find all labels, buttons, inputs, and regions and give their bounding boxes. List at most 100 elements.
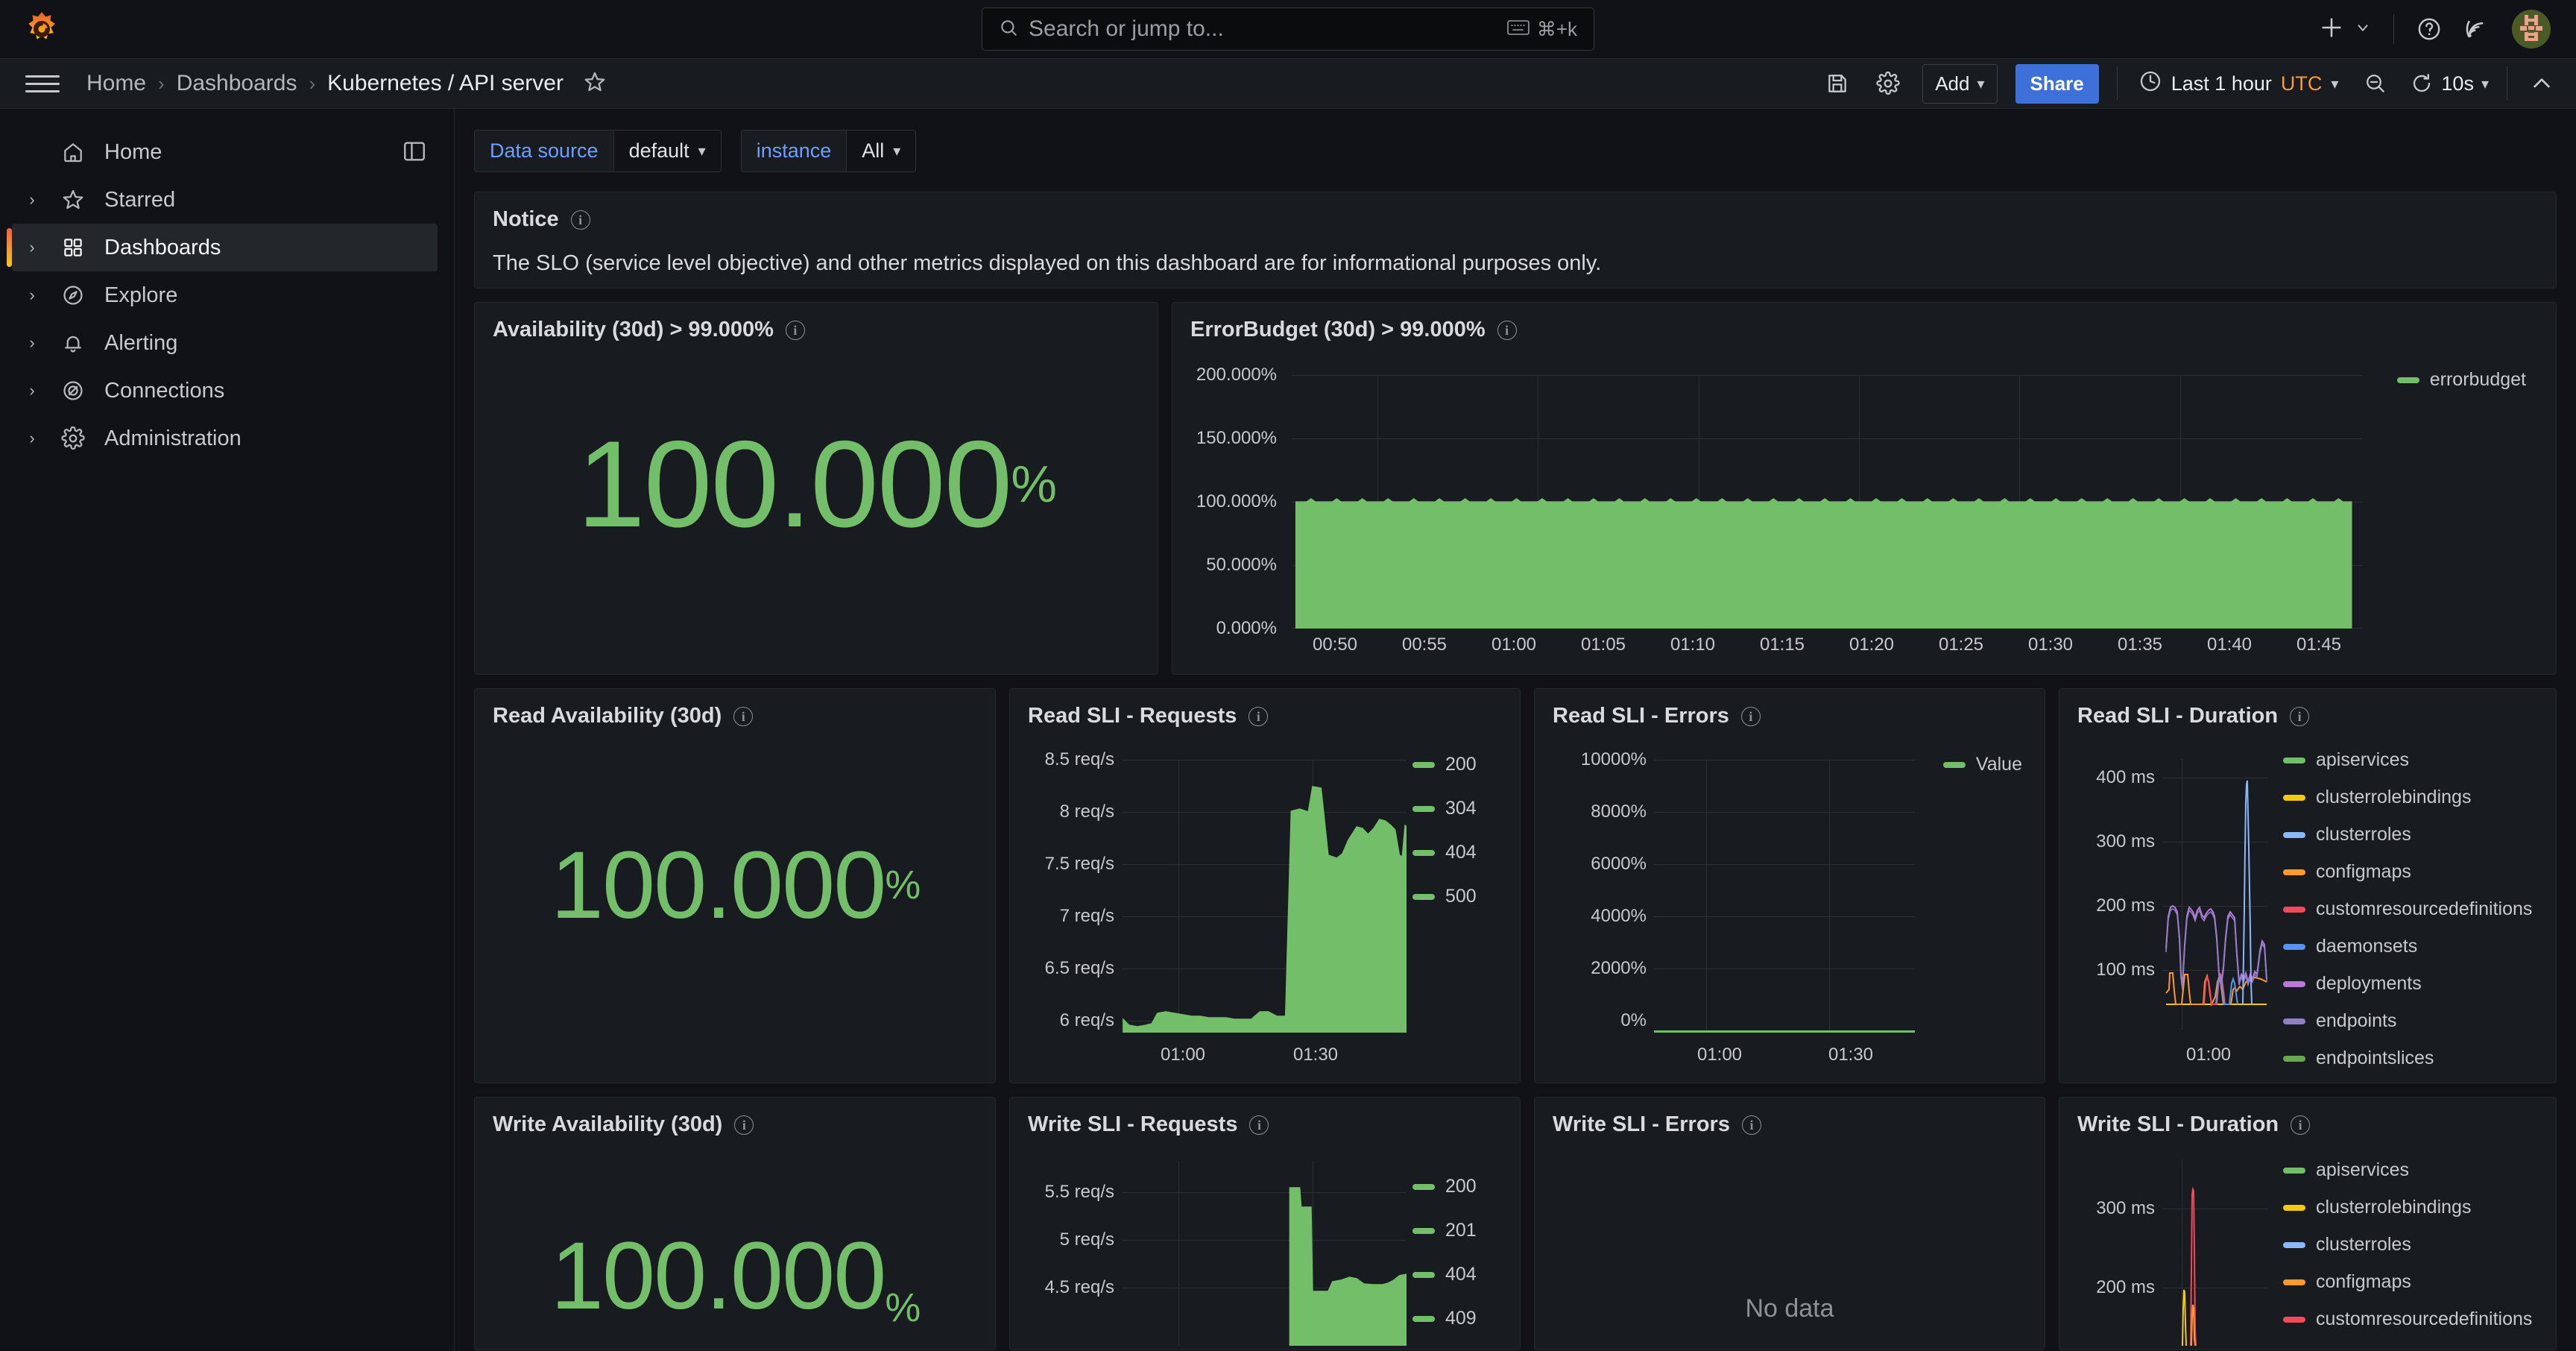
write-sli-duration-chart[interactable]: apiservices clusterrolebindings clusterr… <box>2059 1137 2556 1346</box>
legend-item[interactable]: 409 <box>1412 1308 1502 1329</box>
sidebar-item-dashboards[interactable]: › Dashboards <box>7 224 438 271</box>
legend-color-swatch <box>1412 805 1435 812</box>
legend-item[interactable]: apiservices <box>2283 1159 2532 1181</box>
info-icon[interactable]: i <box>570 210 590 230</box>
info-icon[interactable]: i <box>785 320 805 340</box>
chevron-right-icon[interactable]: › <box>12 429 52 448</box>
legend-label: 304 <box>1445 798 1477 819</box>
legend-item[interactable]: clusterrolebindings <box>2283 787 2532 808</box>
gear-icon[interactable] <box>1872 67 1904 100</box>
save-disk-icon[interactable] <box>1821 67 1854 100</box>
legend-item[interactable]: customresourcedefinitions <box>2283 1309 2532 1330</box>
legend-item[interactable]: apiservices <box>2283 749 2532 771</box>
dashboard-row-2: Read Availability (30d) i 100.000% Read … <box>474 688 2557 1083</box>
write-sli-requests-chart[interactable]: 200 201 404 409 5.5 req/s 5 req/s 4.5 re… <box>1010 1137 1520 1346</box>
legend-item[interactable]: errorbudget <box>2396 369 2526 391</box>
info-icon[interactable]: i <box>2291 1115 2311 1135</box>
legend-item[interactable]: endpoints <box>2283 1010 2532 1032</box>
errorbudget-chart[interactable]: errorbudget 200.000% 150.000% 100.000% 5… <box>1172 342 2556 655</box>
chevron-right-icon[interactable]: › <box>12 381 52 400</box>
read-sli-duration-series <box>2165 780 2267 1007</box>
legend-item[interactable]: clusterroles <box>2283 1234 2532 1256</box>
info-icon[interactable]: i <box>1497 320 1517 340</box>
user-avatar[interactable] <box>2512 10 2551 48</box>
info-icon[interactable]: i <box>734 1115 754 1135</box>
chevron-right-icon[interactable]: › <box>12 190 52 210</box>
sidebar-item-starred[interactable]: › Starred <box>12 176 438 224</box>
legend-item[interactable]: 200 <box>1412 754 1502 775</box>
legend-item[interactable]: clusterrolebindings <box>2283 1197 2532 1218</box>
time-range-label: Last 1 hour <box>2171 72 2272 95</box>
toolbar-divider <box>2116 66 2118 101</box>
add-new-button[interactable] <box>2319 15 2371 44</box>
legend-color-swatch <box>1412 893 1435 900</box>
legend-item[interactable]: endpointslices <box>2283 1048 2532 1069</box>
legend-item[interactable]: 201 <box>1412 1220 1502 1241</box>
add-panel-button[interactable]: Add ▾ <box>1922 63 1998 104</box>
chevron-right-icon[interactable]: › <box>12 286 52 305</box>
star-outline-icon[interactable] <box>583 70 607 98</box>
panel-header: Write Availability (30d) i <box>475 1098 995 1137</box>
help-circle-icon[interactable] <box>2416 16 2442 42</box>
info-icon[interactable]: i <box>1248 706 1269 726</box>
chevron-right-icon[interactable]: › <box>12 238 52 257</box>
rss-icon[interactable] <box>2464 16 2490 42</box>
search-input[interactable]: Search or jump to... ⌘+k <box>982 7 1594 51</box>
breadcrumb-item-home[interactable]: Home <box>86 71 146 96</box>
sidebar-item-administration[interactable]: › Administration <box>12 415 438 462</box>
variable-instance-select[interactable]: All ▾ <box>847 130 917 172</box>
write-availability-number: 100.000 <box>550 1223 887 1329</box>
legend-item[interactable]: daemonsets <box>2283 936 2532 957</box>
info-icon[interactable]: i <box>733 706 754 726</box>
sidebar-item-home[interactable]: Home <box>12 128 438 176</box>
share-button[interactable]: Share <box>2015 63 2099 104</box>
legend-color-swatch <box>1412 761 1435 768</box>
info-icon[interactable]: i <box>1741 1115 1761 1135</box>
legend-item[interactable]: configmaps <box>2283 861 2532 883</box>
global-search[interactable]: Search or jump to... ⌘+k <box>982 7 1594 51</box>
breadcrumb-item-dashboards[interactable]: Dashboards <box>177 71 297 96</box>
y-axis-tick: 200.000% <box>1196 365 1277 385</box>
legend-item[interactable]: clusterroles <box>2283 824 2532 845</box>
legend-item[interactable]: 200 <box>1412 1176 1502 1197</box>
legend-item[interactable]: Value <box>1942 754 2022 775</box>
sidebar-item-alerting[interactable]: › Alerting <box>12 319 438 367</box>
read-sli-duration-chart[interactable]: apiservices clusterrolebindings clusterr… <box>2059 728 2556 1071</box>
info-icon[interactable]: i <box>1740 706 1761 726</box>
panel-header: Notice i <box>475 192 2556 232</box>
chevron-up-icon[interactable] <box>2525 67 2558 100</box>
y-axis-tick: 0.000% <box>1216 618 1277 638</box>
breadcrumb-item-current[interactable]: Kubernetes / API server <box>327 71 564 96</box>
notice-text: The SLO (service level objective) and ot… <box>493 251 1602 275</box>
hamburger-menu-icon[interactable] <box>25 70 60 98</box>
sidebar-item-connections[interactable]: › Connections <box>12 367 438 415</box>
legend-item[interactable]: 404 <box>1412 1264 1502 1285</box>
y-axis-tick: 10000% <box>1580 749 1647 769</box>
legend-label: configmaps <box>2316 861 2411 882</box>
legend-item[interactable]: 404 <box>1412 842 1502 863</box>
legend-item[interactable]: customresourcedefinitions <box>2283 898 2532 920</box>
legend-item[interactable]: 304 <box>1412 798 1502 819</box>
sidebar-item-explore[interactable]: › Explore <box>12 271 438 319</box>
legend-label: endpointslices <box>2316 1048 2434 1068</box>
legend-color-swatch <box>2283 1279 2305 1285</box>
info-icon[interactable]: i <box>1249 1115 1269 1135</box>
refresh-icon[interactable] <box>2410 72 2434 95</box>
time-range-picker[interactable]: Last 1 hour UTC ▾ <box>2135 65 2342 103</box>
dashboard-toolbar-actions: Add ▾ Share Last 1 hour UTC ▾ 10s ▾ <box>1821 63 2558 104</box>
legend-item[interactable]: deployments <box>2283 973 2532 995</box>
read-sli-errors-chart[interactable]: Value 10000% 8000% 6000% 4000% 2000% 0% <box>1535 728 2045 1071</box>
y-axis-tick: 50.000% <box>1206 555 1277 575</box>
grafana-logo-icon[interactable] <box>21 8 63 50</box>
chart-legend: Value <box>1942 754 2022 786</box>
info-icon[interactable]: i <box>2290 706 2310 726</box>
chevron-right-icon[interactable]: › <box>12 333 52 353</box>
read-sli-requests-chart[interactable]: 200 304 404 500 8.5 req/s 8 req/s 7.5 re… <box>1010 728 1520 1071</box>
variable-datasource-select[interactable]: default ▾ <box>613 130 722 172</box>
legend-item[interactable]: 500 <box>1412 886 1502 907</box>
zoom-out-icon[interactable] <box>2359 67 2392 100</box>
app-body: Home › Starred › Dashboards › Explore › … <box>0 109 2576 1351</box>
refresh-picker[interactable]: 10s ▾ <box>2410 72 2489 95</box>
sidebar-item-label: Administration <box>104 426 242 450</box>
legend-item[interactable]: configmaps <box>2283 1271 2532 1293</box>
